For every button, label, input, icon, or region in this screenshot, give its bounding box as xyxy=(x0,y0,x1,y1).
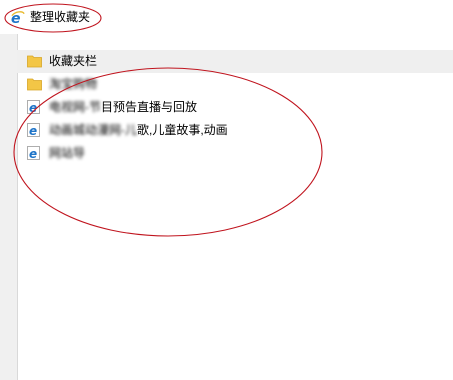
item-label: 歌,儿童故事,动画 xyxy=(137,123,228,137)
item-label-obscured: 淘宝购物 xyxy=(49,77,98,91)
ie-link-icon: e xyxy=(27,123,40,137)
ie-link-icon: e xyxy=(27,100,40,114)
item-label-obscured: 动画城动漫网-儿 xyxy=(49,123,137,137)
folder-icon xyxy=(27,55,42,68)
favorites-list: 收藏夹栏 淘宝购物 e 电视网-节目预告直播与回放 e 动画城动漫网-儿歌,儿童… xyxy=(17,50,453,165)
ie-link-icon: e xyxy=(27,146,40,160)
list-item[interactable]: e 动画城动漫网-儿歌,儿童故事,动画 xyxy=(17,119,453,142)
item-label: 目预告直播与回放 xyxy=(101,100,198,114)
item-label-obscured: 网站导 xyxy=(49,146,86,160)
annotation-circle-title xyxy=(4,3,102,33)
item-label-obscured: 电视网-节 xyxy=(49,100,101,114)
list-item[interactable]: e 网站导 xyxy=(17,142,453,165)
item-label: 收藏夹栏 xyxy=(49,54,98,68)
folder-icon xyxy=(27,78,42,91)
list-item[interactable]: e 电视网-节目预告直播与回放 xyxy=(17,96,453,119)
left-panel xyxy=(0,34,17,380)
svg-text:e: e xyxy=(29,124,37,137)
svg-text:e: e xyxy=(29,147,37,160)
list-item[interactable]: 收藏夹栏 xyxy=(17,50,453,73)
svg-text:e: e xyxy=(29,101,37,114)
list-item[interactable]: 淘宝购物 xyxy=(17,73,453,96)
